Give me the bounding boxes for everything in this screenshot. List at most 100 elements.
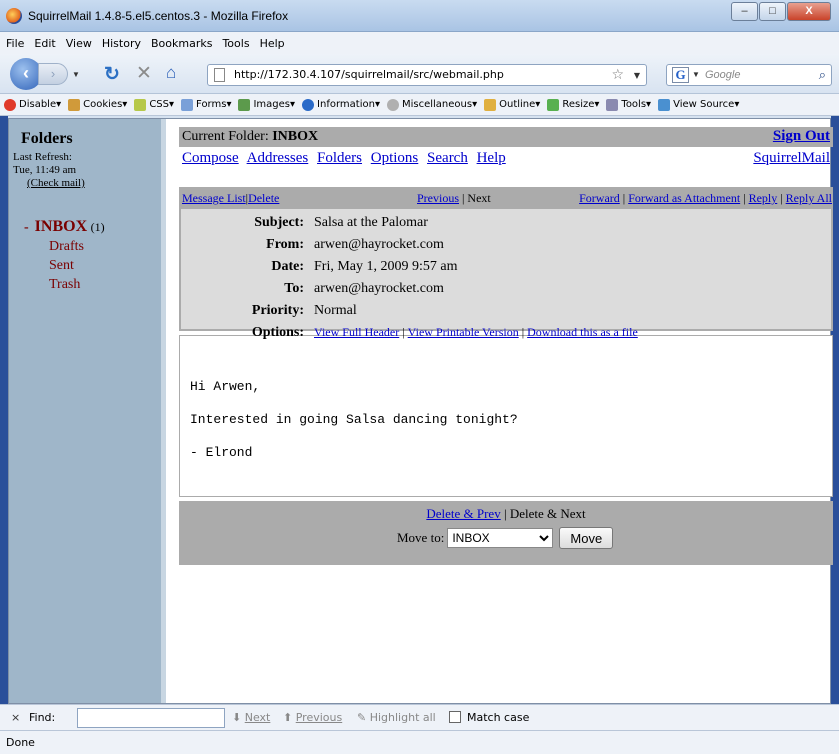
find-input[interactable] <box>77 708 225 728</box>
status-text: Done <box>6 736 35 749</box>
dev-information[interactable]: Information ▾ <box>302 98 380 111</box>
check-mail-link[interactable]: (Check mail) <box>27 177 85 189</box>
cookies-icon <box>68 98 81 111</box>
download-link[interactable]: Download this as a file <box>527 325 638 339</box>
bookmark-star-icon[interactable]: ☆ <box>611 65 624 85</box>
to-value: arwen@hayrocket.com <box>314 281 444 296</box>
search-icon[interactable]: ⌕ <box>819 65 826 85</box>
dev-information-label: Information <box>317 99 375 110</box>
folders-link[interactable]: Folders <box>317 150 362 166</box>
options-link[interactable]: Options <box>371 150 419 166</box>
folders-heading: Folders <box>21 130 73 147</box>
search-link[interactable]: Search <box>427 150 468 166</box>
close-button[interactable]: X <box>787 2 831 21</box>
to-row: To: arwen@hayrocket.com <box>181 281 831 302</box>
dev-css[interactable]: CSS ▾ <box>134 98 174 111</box>
delete-prev-link[interactable]: Delete & Prev <box>426 506 500 521</box>
maximize-button[interactable]: □ <box>759 2 786 21</box>
find-next-button[interactable]: ⬇ Next <box>232 711 270 724</box>
search-engine-dropdown-icon[interactable]: ▼ <box>692 65 700 85</box>
separator: | <box>740 191 749 205</box>
body-line: Interested in going Salsa dancing tonigh… <box>190 412 518 427</box>
options-row: Options: View Full Header | View Printable … <box>181 325 831 346</box>
message-headers: Subject: Salsa at the Palomar From: arwen@… <box>179 209 833 340</box>
highlighter-icon: ✎ <box>357 711 367 724</box>
folder-list: - INBOX (1) Drafts Sent Trash <box>24 217 105 294</box>
current-folder-label: Current Folder: <box>182 129 269 144</box>
stop-icon[interactable]: ✕ <box>136 62 152 85</box>
find-previous-label: Previous <box>295 711 343 724</box>
move-folder-select[interactable]: INBOX <box>447 528 554 548</box>
window-title: SquirrelMail 1.4.8-5.el5.centos.3 - Mozi… <box>28 9 289 23</box>
find-close-icon[interactable]: × <box>11 711 20 724</box>
home-icon[interactable]: ⌂ <box>166 63 176 83</box>
reply-link[interactable]: Reply <box>749 191 778 205</box>
view-printable-link[interactable]: View Printable Version <box>408 325 519 339</box>
address-bar[interactable]: http://172.30.4.107/squirrelmail/src/web… <box>207 64 647 86</box>
folder-drafts[interactable]: Drafts <box>24 237 105 256</box>
squirrelmail-link[interactable]: SquirrelMail <box>753 150 830 167</box>
dev-miscellaneous-label: Miscellaneous <box>401 99 473 110</box>
body-line: - Elrond <box>190 445 253 460</box>
folder-trash[interactable]: Trash <box>24 275 105 294</box>
collapse-icon[interactable]: - <box>24 220 29 235</box>
dev-disable[interactable]: Disable ▾ <box>4 98 61 111</box>
menu-bookmarks[interactable]: Bookmarks <box>151 37 212 50</box>
reload-icon[interactable]: ↻ <box>104 63 120 86</box>
menu-tools[interactable]: Tools <box>222 37 249 50</box>
previous-link[interactable]: Previous <box>417 191 459 205</box>
dev-images[interactable]: Images ▾ <box>238 98 295 111</box>
forward-attachment-link[interactable]: Forward as Attachment <box>628 191 740 205</box>
highlight-all-button[interactable]: ✎ Highlight all <box>357 711 436 724</box>
current-folder-bar: Current Folder: INBOX Sign Out <box>179 127 833 147</box>
dev-outline[interactable]: Outline ▾ <box>484 98 540 111</box>
find-next-label: Next <box>244 711 271 724</box>
menu-help[interactable]: Help <box>260 37 285 50</box>
miscellaneous-icon <box>386 98 399 111</box>
subject-row: Subject: Salsa at the Palomar <box>181 215 831 236</box>
priority-label: Priority: <box>251 303 304 318</box>
dev-resize[interactable]: Resize ▾ <box>547 98 599 111</box>
menu-history[interactable]: History <box>102 37 141 50</box>
url-dropdown-icon[interactable]: ▼ <box>634 66 640 86</box>
move-button[interactable]: Move <box>559 527 614 549</box>
menu-file[interactable]: File <box>6 37 24 50</box>
bottom-actions: Delete & Prev | Delete & Next Move to: I… <box>179 501 833 565</box>
delete-next-text: Delete & Next <box>509 506 586 521</box>
message-list-link[interactable]: Message List <box>182 191 246 205</box>
subject-label: Subject: <box>254 215 304 230</box>
find-previous-button[interactable]: ⬆ Previous <box>283 711 342 724</box>
dev-tools[interactable]: Tools ▾ <box>606 98 651 111</box>
match-case-label: Match case <box>467 711 530 724</box>
delete-link[interactable]: Delete <box>248 191 279 205</box>
help-link[interactable]: Help <box>477 150 506 166</box>
compose-link[interactable]: Compose <box>182 150 239 166</box>
folder-inbox-label[interactable]: INBOX <box>35 218 87 235</box>
minimize-button[interactable]: – <box>731 2 758 21</box>
folder-sent[interactable]: Sent <box>24 256 105 275</box>
google-icon[interactable]: G <box>672 67 689 83</box>
folder-inbox[interactable]: - INBOX (1) <box>24 217 105 237</box>
dev-miscellaneous[interactable]: Miscellaneous ▾ <box>386 98 477 111</box>
forward-button[interactable]: › <box>38 63 68 85</box>
dev-disable-label: Disable <box>19 99 57 110</box>
main-nav: Compose Addresses Folders Options Search… <box>179 147 833 171</box>
addresses-link[interactable]: Addresses <box>247 150 309 166</box>
menu-bar: File Edit View History Bookmarks Tools H… <box>0 32 839 54</box>
search-placeholder: Google <box>705 69 741 81</box>
match-case-checkbox[interactable] <box>449 711 461 723</box>
sign-out-link[interactable]: Sign Out <box>773 128 830 145</box>
menu-edit[interactable]: Edit <box>34 37 55 50</box>
view-full-header-link[interactable]: View Full Header <box>314 325 399 339</box>
dev-cookies[interactable]: Cookies ▾ <box>68 98 127 111</box>
find-bar: × Find: ⬇ Next ⬆ Previous ✎ Highlight al… <box>0 704 839 730</box>
menu-view[interactable]: View <box>66 37 92 50</box>
forward-link[interactable]: Forward <box>579 191 620 205</box>
dev-view-source[interactable]: View Source ▾ <box>658 98 739 111</box>
search-input[interactable]: G ▼ Google ⌕ <box>666 64 832 86</box>
history-dropdown-icon[interactable]: ▼ <box>72 70 80 79</box>
options-label: Options: <box>251 325 304 340</box>
dev-forms[interactable]: Forms ▾ <box>181 98 231 111</box>
status-bar: Done <box>0 730 839 754</box>
reply-all-link[interactable]: Reply All <box>786 191 832 205</box>
